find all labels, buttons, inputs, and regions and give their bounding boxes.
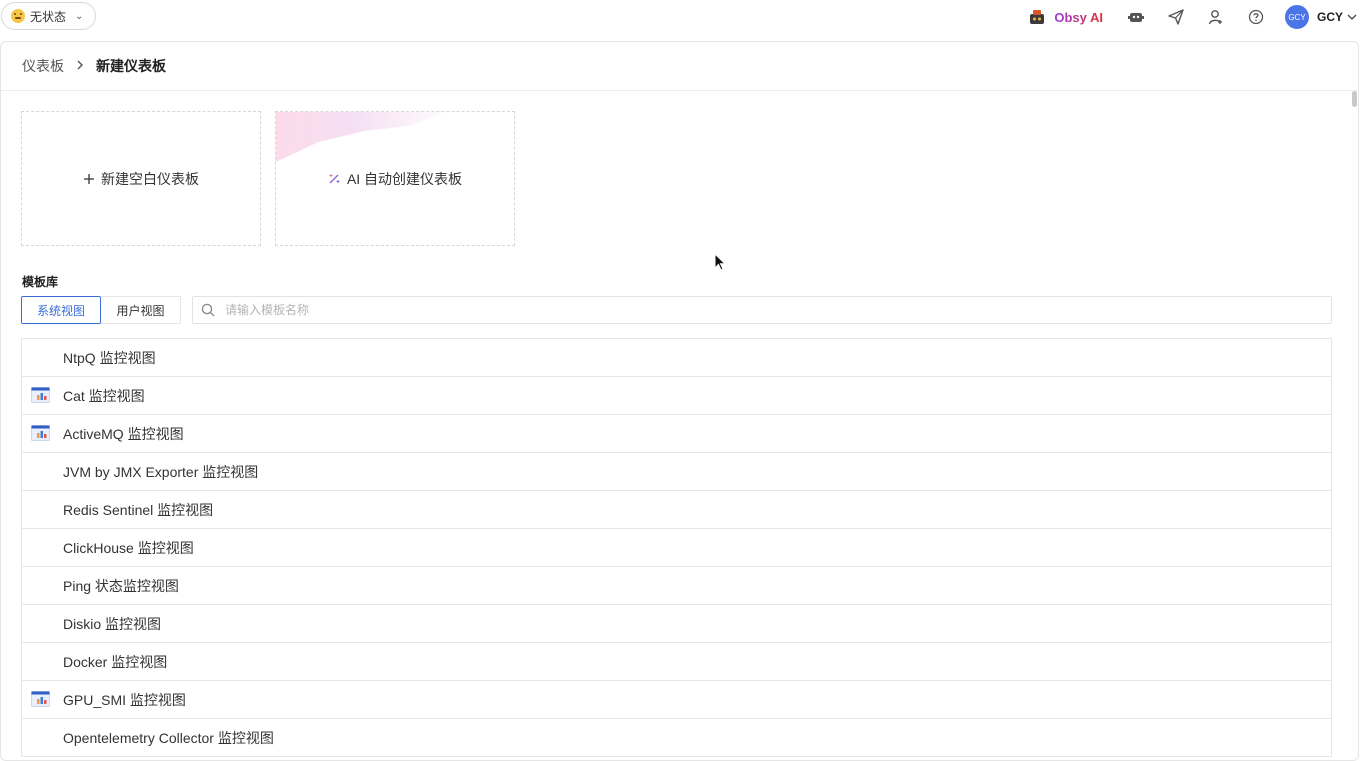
template-row[interactable]: Docker 监控视图 <box>22 643 1331 681</box>
template-name: ClickHouse 监控视图 <box>63 539 194 556</box>
template-row[interactable]: ClickHouse 监控视图 <box>22 529 1331 567</box>
avatar[interactable]: GCY <box>1284 5 1309 29</box>
ai-create-dashboard-label: AI 自动创建仪表板 <box>346 170 463 187</box>
send-button[interactable] <box>1165 6 1187 28</box>
template-search[interactable] <box>192 296 1332 324</box>
template-name: Ping 状态监控视图 <box>63 577 179 594</box>
user-add-icon <box>1208 10 1222 25</box>
status-label: 无状态 <box>30 9 67 24</box>
main-panel: 仪表板 新建仪表板 新建空白仪表板 AI 自动创建仪表板 模板库 系统视图 用户… <box>0 41 1359 761</box>
neutral-face-icon <box>11 9 25 23</box>
template-row[interactable]: JVM by JMX Exporter 监控视图 <box>22 453 1331 491</box>
template-row[interactable]: Cat 监控视图 <box>22 377 1331 415</box>
decorative-gradient <box>276 112 446 162</box>
template-name: JVM by JMX Exporter 监控视图 <box>63 463 259 480</box>
tab-user-view[interactable]: 用户视图 <box>101 296 181 324</box>
template-list: NtpQ 监控视图 Cat 监控视图 ActiveMQ 监控视图 JVM by JMX… <box>21 338 1332 757</box>
template-row[interactable]: Opentelemetry Collector 监控视图 <box>22 719 1331 757</box>
template-name: NtpQ 监控视图 <box>63 349 156 366</box>
robot-icon <box>1030 10 1045 24</box>
paper-plane-icon <box>1168 9 1184 25</box>
template-tabs: 系统视图 用户视图 <box>21 296 181 324</box>
new-blank-dashboard-label: 新建空白仪表板 <box>101 170 199 187</box>
template-name: Docker 监控视图 <box>63 653 168 670</box>
breadcrumb-current: 新建仪表板 <box>96 58 166 74</box>
template-row[interactable]: NtpQ 监控视图 <box>22 339 1331 377</box>
template-name: Cat 监控视图 <box>63 387 145 404</box>
magic-wand-icon <box>329 174 340 184</box>
template-name: Opentelemetry Collector 监控视图 <box>63 729 274 746</box>
help-button[interactable] <box>1245 6 1267 28</box>
plus-icon <box>84 173 94 184</box>
search-input[interactable] <box>223 302 1331 318</box>
user-name[interactable]: GCY <box>1317 10 1343 24</box>
bot-icon <box>1127 13 1144 22</box>
template-name: ActiveMQ 监控视图 <box>63 425 184 442</box>
template-row[interactable]: Ping 状态监控视图 <box>22 567 1331 605</box>
dashboard-template-icon <box>31 425 50 441</box>
tab-system-view[interactable]: 系统视图 <box>21 296 101 324</box>
template-library-title: 模板库 <box>22 275 59 289</box>
bot-button[interactable] <box>1125 6 1147 28</box>
top-right-tools: Obsy AI GCY GCY <box>1028 0 1360 34</box>
template-name: GPU_SMI 监控视图 <box>63 691 186 708</box>
obsy-ai-label: Obsy AI <box>1054 9 1103 25</box>
template-row[interactable]: GPU_SMI 监控视图 <box>22 681 1331 719</box>
dashboard-template-icon <box>31 387 50 403</box>
dashboard-template-icon <box>31 691 50 707</box>
breadcrumb: 仪表板 新建仪表板 <box>1 42 1358 91</box>
status-dropdown[interactable]: 无状态 ⌄ <box>1 2 97 30</box>
template-row[interactable]: Diskio 监控视图 <box>22 605 1331 643</box>
chevron-down-icon[interactable] <box>1346 12 1358 22</box>
chevron-right-icon <box>76 59 84 73</box>
ai-create-dashboard-card[interactable]: AI 自动创建仪表板 <box>275 111 515 246</box>
scrollbar[interactable] <box>1352 91 1357 107</box>
mouse-cursor-icon <box>714 253 727 271</box>
chevron-down-icon: ⌄ <box>75 10 84 22</box>
top-bar: 无状态 ⌄ Obsy AI GCY GCY <box>0 0 1360 34</box>
breadcrumb-root[interactable]: 仪表板 <box>22 56 64 76</box>
template-name: Diskio 监控视图 <box>63 615 162 632</box>
help-icon <box>1248 9 1264 25</box>
template-row[interactable]: Redis Sentinel 监控视图 <box>22 491 1331 529</box>
template-name: Redis Sentinel 监控视图 <box>63 501 214 518</box>
template-row[interactable]: ActiveMQ 监控视图 <box>22 415 1331 453</box>
obsy-ai-button[interactable]: Obsy AI <box>1028 9 1103 25</box>
add-user-button[interactable] <box>1205 6 1227 28</box>
new-blank-dashboard-card[interactable]: 新建空白仪表板 <box>21 111 261 246</box>
search-icon <box>201 303 215 317</box>
